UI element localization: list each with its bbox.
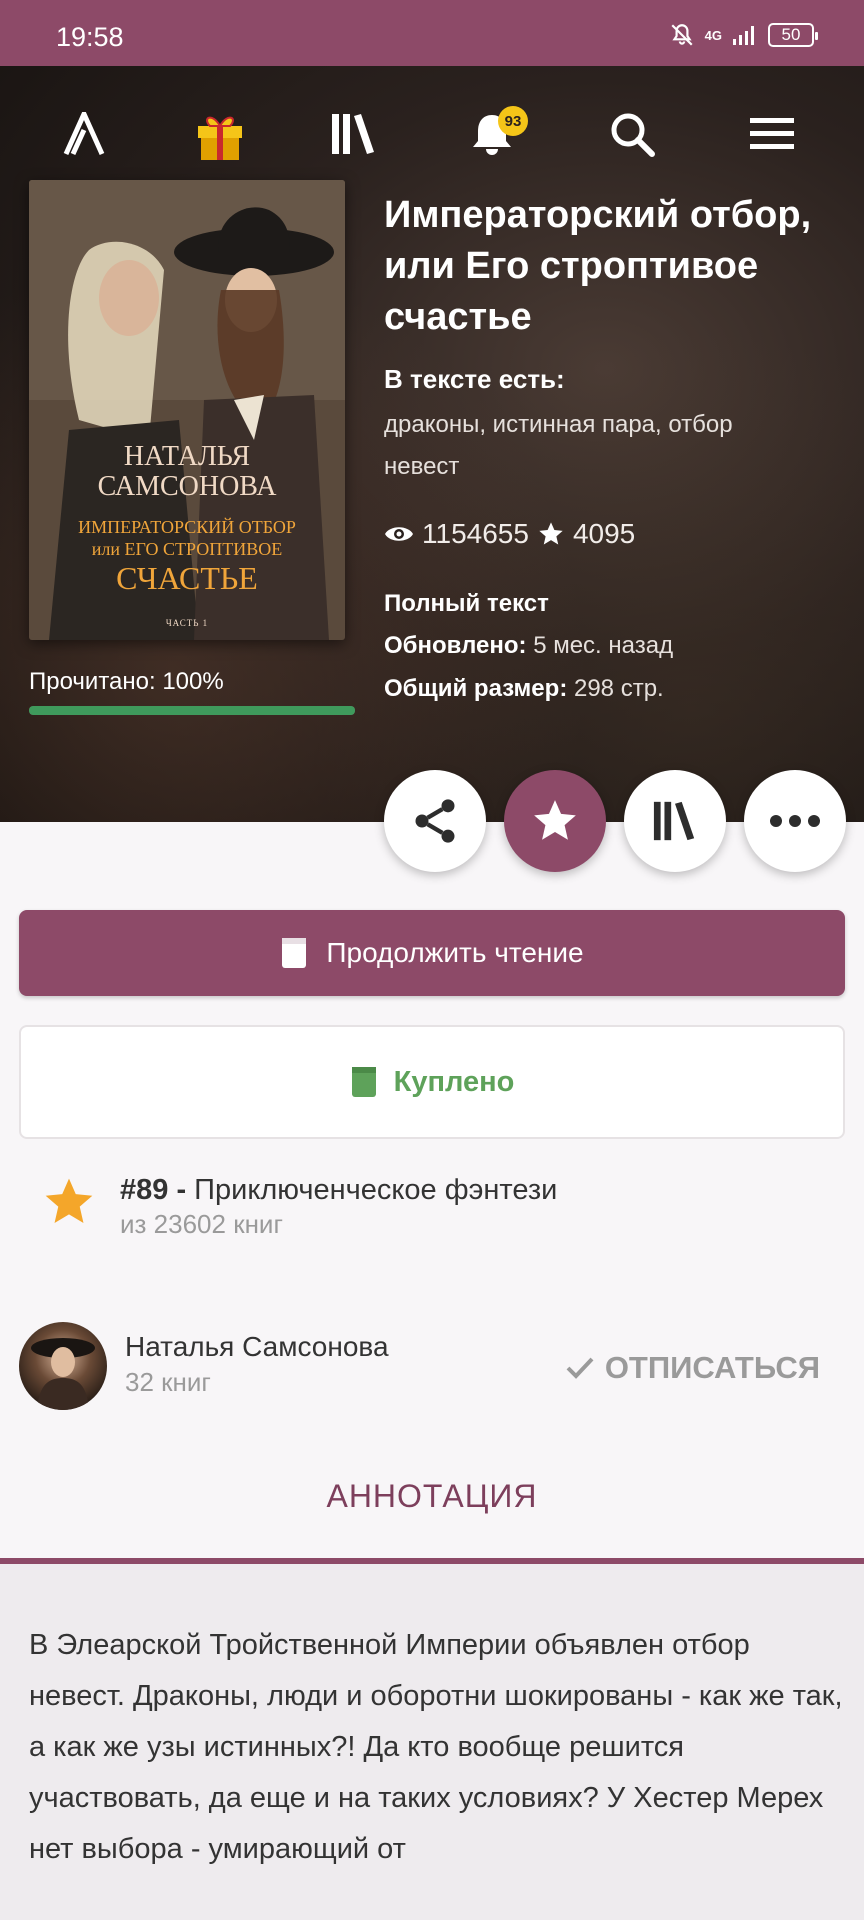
bought-label: Куплено [393,1065,515,1098]
library-icon [653,801,695,841]
notifications-icon[interactable]: 93 [460,104,528,164]
add-to-library-button[interactable] [624,770,726,872]
completion-status: Полный текст [384,590,549,617]
updated-info: Обновлено: 5 мес. назад [384,632,674,659]
logo-icon[interactable] [52,104,116,164]
cover-part: ЧАСТЬ 1 [165,618,209,628]
notifications-badge: 93 [498,106,528,136]
rank-total: из 23602 книг [120,1209,283,1239]
continue-reading-button[interactable]: Продолжить чтение [19,910,845,996]
search-icon[interactable] [600,104,664,164]
book-cover[interactable]: НАТАЛЬЯ САМСОНОВА ИМПЕРАТОРСКИЙ ОТБОР или… [29,180,345,640]
continue-reading-label: Продолжить чтение [326,937,584,968]
rank-genre[interactable]: #89 - Приключенческое фэнтези [120,1174,557,1207]
tags-list[interactable]: драконы, истинная пара, отбор невест [384,404,804,488]
share-icon [415,799,455,843]
gift-icon[interactable] [188,104,252,164]
stars-count: 4095 [572,518,636,549]
rank-star-icon [40,1174,98,1235]
author-avatar[interactable] [19,1322,107,1410]
read-progress-bar [29,706,355,715]
unsubscribe-button[interactable]: ОТПИСАТЬСЯ [565,1350,820,1386]
share-button[interactable] [384,770,486,872]
cover-title: ИМПЕРАТОРСКИЙ ОТБОР или ЕГО СТРОПТИВОЕ С… [78,517,296,596]
book-icon [351,1067,376,1097]
menu-icon[interactable] [740,104,804,164]
eye-icon [385,527,413,541]
bought-button[interactable]: Куплено [19,1025,845,1139]
library-icon[interactable] [322,104,386,164]
favorite-button[interactable] [504,770,606,872]
annotation-text: В Элеарской Тройственной Империи объявле… [29,1629,843,1865]
star-icon [534,800,576,840]
book-header: 93 НАТАЛЬЯСАМСОНОВА ИМПЕРАТОРСКИЙ ОТБОР [0,66,864,822]
status-bar: 19:58 4G 50 [0,0,864,66]
check-icon [566,1357,594,1379]
more-button[interactable] [744,770,846,872]
author-books-count: 32 книг [125,1367,211,1397]
star-icon [539,522,563,545]
size-info: Общий размер: 298 стр. [384,675,664,702]
status-time: 19:58 [56,22,124,52]
action-buttons [0,770,864,874]
read-progress-fill [29,706,355,715]
views-count: 1154655 [422,518,529,549]
signal-icon [733,26,754,45]
book-stats: 1154655 4095 [384,518,635,550]
cover-author: НАТАЛЬЯ САМСОНОВА [97,441,277,502]
tab-annotation[interactable]: АННОТАЦИЯ [0,1478,864,1515]
tags-heading: В тексте есть: [384,364,565,394]
author-name[interactable]: Наталья Самсонова [125,1331,389,1363]
unsubscribe-label: ОТПИСАТЬСЯ [604,1350,820,1385]
top-navigation: 93 [0,104,864,164]
mute-icon [671,24,693,46]
more-icon [770,815,820,827]
battery-icon: 50 [768,23,818,47]
network-icon: 4G [704,27,722,43]
read-progress-label: Прочитано: 100% [29,668,224,695]
book-icon [282,938,307,968]
status-icons: 4G 50 [669,22,818,48]
book-title: Императорский отбор, или Его строптивое … [384,194,812,338]
